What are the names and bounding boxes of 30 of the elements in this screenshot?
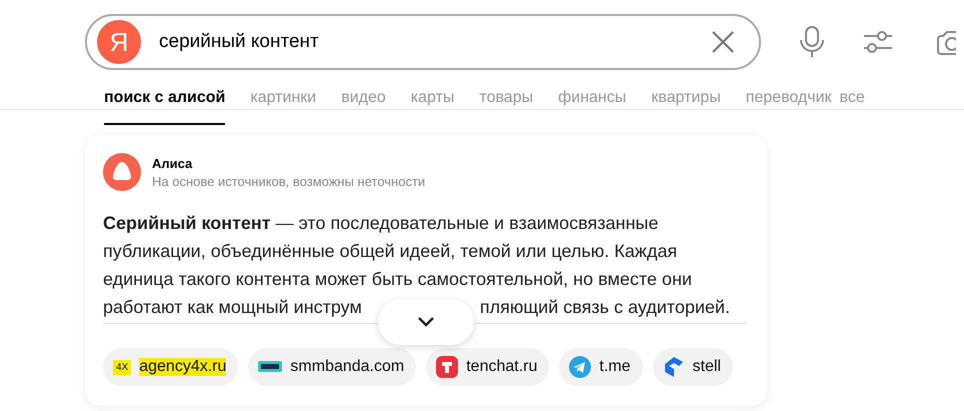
disclaimer-text: На основе источников, возможны неточности	[152, 174, 426, 188]
search-tab[interactable]: финансы	[558, 89, 626, 125]
search-bar[interactable]: Я серийный контент	[85, 14, 761, 70]
answer-paragraph: Серийный контент — это последовательные и взаимосвязанные публикации, объединённые общей идеей, темой или целью. Каждая единица такого контента может быть самостоятельной, но вместе они работают как мощный инструм пляющий связь с аудиторией.	[103, 212, 731, 319]
search-tab[interactable]: квартиры	[651, 89, 721, 125]
telegram-icon	[569, 356, 592, 378]
camera-icon[interactable]	[937, 28, 956, 56]
chevron-down-icon	[418, 317, 434, 327]
close-icon[interactable]	[711, 30, 735, 54]
agency-logo-icon: 4X	[113, 360, 132, 374]
sliders-icon[interactable]	[863, 29, 893, 55]
source-chip[interactable]: 4X agency4x.ru	[103, 348, 238, 386]
stell-logo-icon	[662, 356, 685, 378]
smm-logo-icon	[258, 359, 282, 375]
search-tab[interactable]: все	[840, 89, 865, 125]
author-name: Алиса	[152, 156, 194, 170]
microphone-icon[interactable]	[799, 26, 825, 58]
source-chip[interactable]: stell	[652, 348, 733, 386]
search-tab[interactable]: картинки	[250, 89, 316, 125]
search-tab[interactable]: переводчик	[746, 89, 832, 125]
search-tab[interactable]: видео	[341, 89, 386, 125]
alice-logo-icon	[103, 153, 141, 191]
yandex-logo[interactable]: Я	[97, 20, 141, 64]
search-tab[interactable]: товары	[479, 89, 534, 125]
source-chip[interactable]: t.me	[559, 348, 643, 386]
tenchat-logo-icon	[436, 356, 458, 378]
source-chip[interactable]: smmbanda.com	[248, 348, 416, 386]
search-tab[interactable]: карты	[410, 89, 454, 125]
source-chip[interactable]: tenchat.ru	[426, 348, 550, 386]
search-field[interactable]: серийный контент	[159, 31, 711, 53]
